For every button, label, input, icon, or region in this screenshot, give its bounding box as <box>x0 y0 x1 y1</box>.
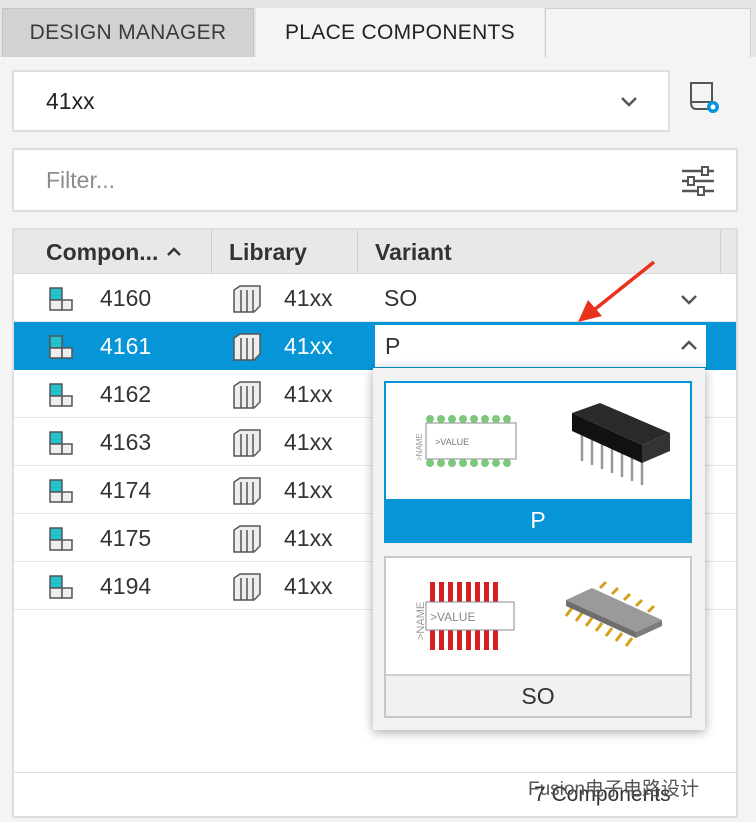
library-name: 41xx <box>284 284 333 311</box>
variant-option-label: P <box>386 499 690 541</box>
component-icon <box>49 527 73 551</box>
component-name: 4174 <box>100 476 152 503</box>
variant-dropdown: >VALUE >NAME P >VALUE >NAME SO <box>373 368 705 730</box>
library-name: 41xx <box>284 524 333 551</box>
dip-package-image <box>572 403 670 485</box>
component-name: 4175 <box>100 524 152 551</box>
library-name: 41xx <box>284 572 333 599</box>
filter-options-icon[interactable] <box>680 166 716 196</box>
library-icon <box>233 285 261 313</box>
tab-bar: DESIGN MANAGER PLACE COMPONENTS <box>0 0 756 57</box>
chevron-down-icon <box>621 97 637 107</box>
chevron-down-icon[interactable] <box>678 288 700 310</box>
component-icon <box>49 431 73 455</box>
library-name: 41xx <box>284 380 333 407</box>
variant-select-value: P <box>385 332 401 359</box>
library-select-value: 41xx <box>46 87 95 114</box>
soic-package-image <box>564 580 662 647</box>
component-name: 4162 <box>100 380 152 407</box>
library-icon <box>233 381 261 409</box>
library-icon <box>233 525 261 553</box>
component-icon <box>49 479 73 503</box>
column-divider[interactable] <box>211 230 212 274</box>
tab-place-components[interactable]: PLACE COMPONENTS <box>256 8 544 57</box>
column-divider[interactable] <box>357 230 358 274</box>
library-icon <box>233 429 261 457</box>
filter-input[interactable] <box>16 152 666 208</box>
filter-bar <box>12 148 738 212</box>
library-icon <box>233 573 261 601</box>
svg-text:>VALUE: >VALUE <box>430 610 475 624</box>
component-name: 4194 <box>100 572 152 599</box>
annotation-arrow-icon <box>578 260 656 322</box>
component-icon <box>49 287 73 311</box>
library-name: 41xx <box>284 332 333 359</box>
svg-text:>VALUE: >VALUE <box>435 437 469 447</box>
tab-empty <box>545 8 751 57</box>
table-row-selected[interactable]: 4161 41xx P <box>14 322 736 370</box>
column-header-component[interactable]: Compon... <box>46 230 184 274</box>
component-name: 4161 <box>100 332 152 359</box>
component-name: 4160 <box>100 284 152 311</box>
variant-preview-image: >VALUE >NAME <box>415 403 670 485</box>
svg-text:>NAME: >NAME <box>415 433 424 461</box>
variant-option-label: SO <box>386 674 690 716</box>
svg-text:>NAME: >NAME <box>415 602 427 640</box>
library-settings-icon[interactable] <box>688 80 722 116</box>
variant-option-so[interactable]: >VALUE >NAME SO <box>384 556 692 718</box>
chevron-up-icon <box>681 340 697 350</box>
column-header-library[interactable]: Library <box>229 230 307 274</box>
variant-select[interactable]: P <box>375 325 706 367</box>
component-icon <box>49 383 73 407</box>
variant-value: SO <box>384 284 418 311</box>
sort-ascending-icon <box>167 247 182 256</box>
library-name: 41xx <box>284 476 333 503</box>
variant-option-p[interactable]: >VALUE >NAME P <box>384 381 692 543</box>
watermark: Fusion电子电路设计 <box>528 779 700 800</box>
tab-design-manager[interactable]: DESIGN MANAGER <box>2 8 254 57</box>
column-header-component-label: Compon... <box>46 238 159 265</box>
component-name: 4163 <box>100 428 152 455</box>
library-select[interactable]: 41xx <box>12 70 670 132</box>
component-icon <box>49 335 73 359</box>
column-divider[interactable] <box>720 230 721 274</box>
library-name: 41xx <box>284 428 333 455</box>
column-header-variant[interactable]: Variant <box>375 230 452 274</box>
library-icon <box>233 477 261 505</box>
library-icon <box>233 333 261 361</box>
footprint-symbol: >VALUE >NAME <box>415 582 515 650</box>
footprint-symbol: >VALUE >NAME <box>415 415 517 467</box>
component-icon <box>49 575 73 599</box>
variant-preview-image: >VALUE >NAME <box>415 580 662 650</box>
